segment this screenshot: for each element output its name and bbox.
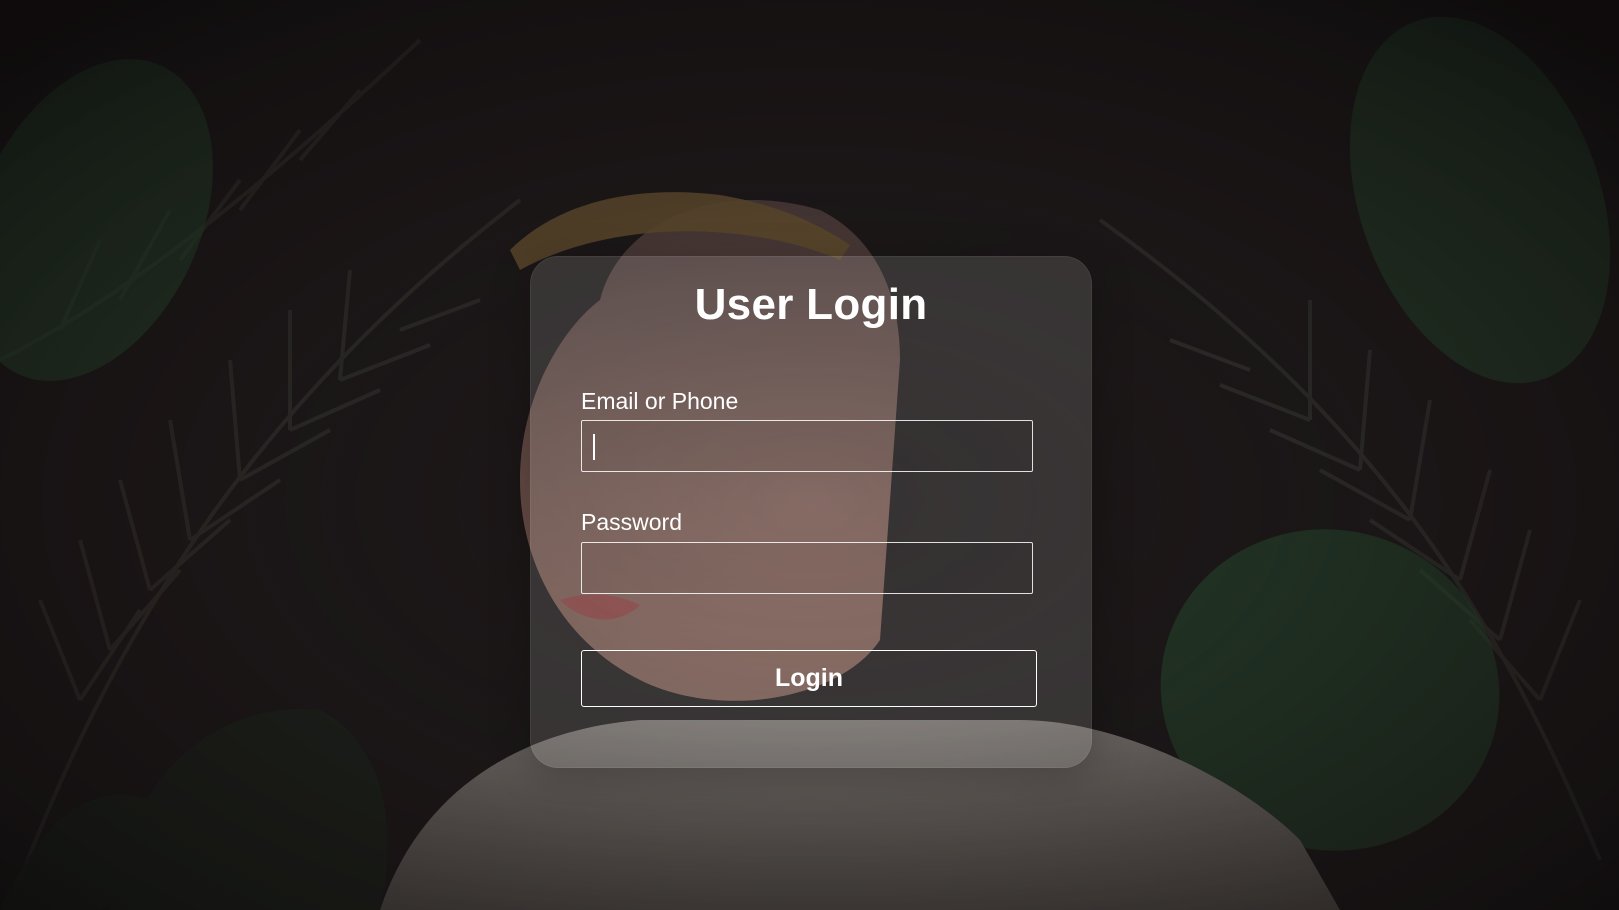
password-field[interactable]: [581, 542, 1033, 594]
login-screen: User Login Email or Phone Password Login: [0, 0, 1619, 910]
login-title: User Login: [694, 280, 928, 329]
text-cursor: [593, 434, 595, 460]
email-field[interactable]: [581, 420, 1033, 472]
login-button[interactable]: Login: [581, 650, 1037, 707]
password-label: Password: [581, 509, 682, 535]
email-label: Email or Phone: [581, 388, 739, 414]
login-card: User Login Email or Phone Password Login: [530, 256, 1092, 768]
